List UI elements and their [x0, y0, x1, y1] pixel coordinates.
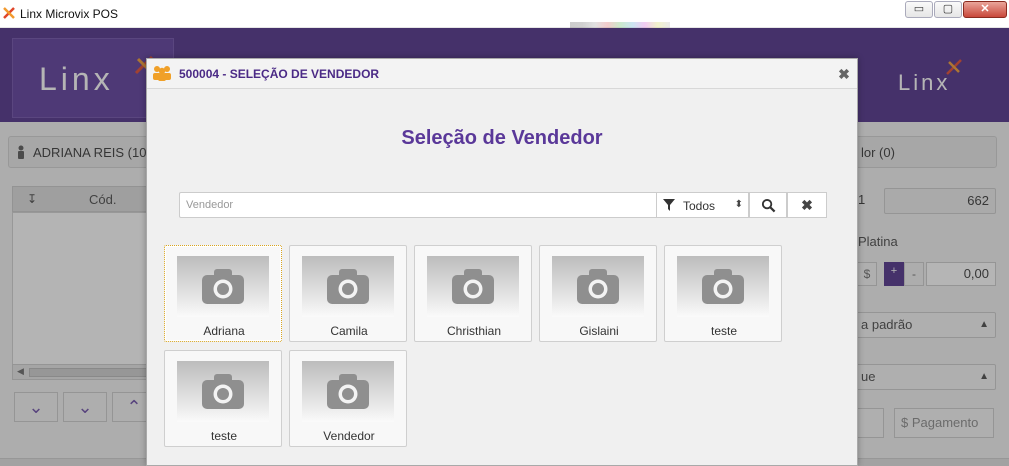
camera-icon — [577, 269, 619, 304]
dialog-heading: Seleção de Vendedor — [401, 127, 603, 149]
dialog-header: 500004 - SELEÇÃO DE VENDEDOR ✖ — [147, 59, 857, 89]
seller-card[interactable]: Christhian — [414, 245, 532, 342]
seller-card[interactable]: Vendedor — [289, 350, 407, 447]
seller-card[interactable]: Gislaini — [539, 245, 657, 342]
users-icon — [153, 66, 171, 81]
window-titlebar: Linx Microvix POS ▭ ▢ ✕ — [0, 0, 1009, 28]
seller-card[interactable]: teste — [164, 350, 282, 447]
seller-card[interactable]: teste — [664, 245, 782, 342]
seller-name: Vendedor — [323, 429, 375, 443]
maximize-button[interactable]: ▢ — [934, 1, 962, 18]
seller-name: teste — [210, 429, 237, 443]
seller-photo-placeholder — [177, 361, 269, 422]
seller-photo-placeholder — [552, 256, 644, 317]
seller-name: Camila — [330, 324, 368, 338]
select-caret-icon: ⬍ — [734, 199, 743, 210]
search-icon — [761, 198, 776, 213]
close-window-button[interactable]: ✕ — [963, 1, 1007, 18]
seller-photo-placeholder — [177, 256, 269, 317]
camera-icon — [452, 269, 494, 304]
dialog-close-button[interactable]: ✖ — [837, 67, 851, 81]
minimize-button[interactable]: ▭ — [905, 1, 933, 18]
search-button[interactable] — [749, 192, 787, 218]
seller-name: Adriana — [203, 324, 245, 338]
seller-selection-dialog: 500004 - SELEÇÃO DE VENDEDOR ✖ Seleção d… — [146, 58, 858, 466]
camera-icon — [327, 269, 369, 304]
seller-photo-placeholder — [302, 361, 394, 422]
camera-icon — [202, 374, 244, 409]
seller-name: teste — [710, 324, 737, 338]
seller-name: Gislaini — [579, 324, 619, 338]
seller-photo-placeholder — [427, 256, 519, 317]
seller-card[interactable]: Adriana — [164, 245, 282, 342]
seller-card[interactable]: Camila — [289, 245, 407, 342]
seller-search-input[interactable]: Vendedor — [179, 192, 657, 218]
camera-icon — [202, 269, 244, 304]
dialog-title: 500004 - SELEÇÃO DE VENDEDOR — [179, 67, 380, 81]
seller-name: Christhian — [446, 324, 502, 338]
seller-photo-placeholder — [677, 256, 769, 317]
camera-icon — [702, 269, 744, 304]
linx-app-icon — [3, 7, 15, 19]
seller-photo-placeholder — [302, 256, 394, 317]
filter-icon — [663, 199, 675, 211]
camera-icon — [327, 374, 369, 409]
clear-search-button[interactable]: ✖ — [787, 192, 827, 218]
filter-select[interactable]: Todos ⬍ — [656, 192, 749, 218]
window-title: Linx Microvix POS — [20, 7, 119, 21]
filter-value: Todos — [683, 199, 716, 213]
